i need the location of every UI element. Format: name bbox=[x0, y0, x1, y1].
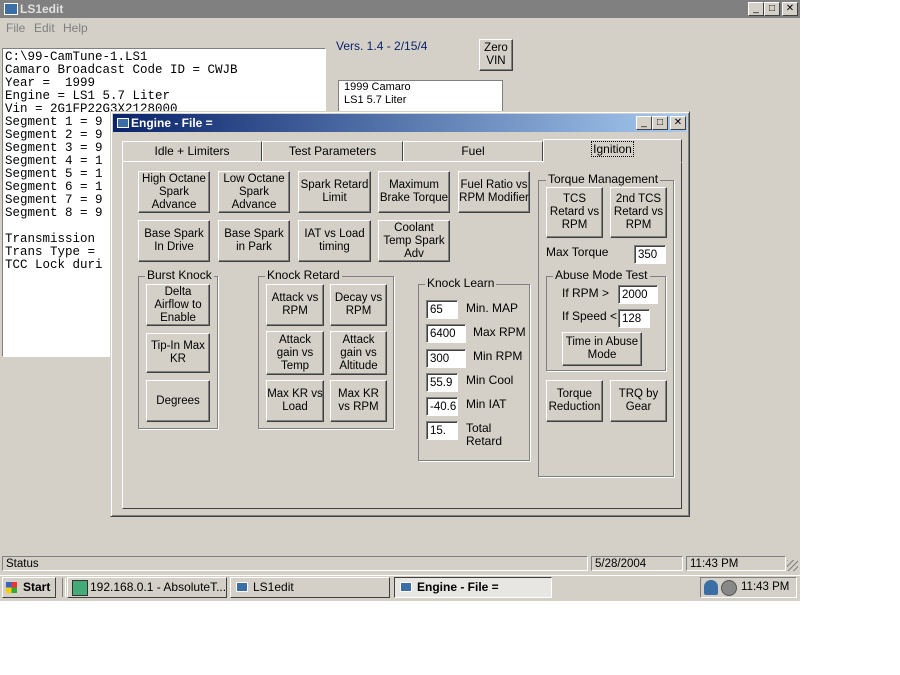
min-rpm-label: Min RPM bbox=[473, 349, 523, 363]
dialog-maximize-icon[interactable]: □ bbox=[652, 116, 668, 130]
terminal-icon bbox=[72, 580, 88, 596]
tcs-retard-rpm-button[interactable]: TCS Retard vs RPM bbox=[546, 187, 603, 238]
total-retard-label: Total Retard bbox=[466, 421, 503, 448]
degrees-button[interactable]: Degrees bbox=[146, 380, 210, 422]
maximize-icon[interactable]: □ bbox=[764, 2, 780, 16]
task-absolutetelnet[interactable]: 192.168.0.1 - AbsoluteT... bbox=[67, 577, 227, 598]
app-titlebar[interactable] bbox=[0, 0, 800, 18]
max-torque-input[interactable]: 350 bbox=[634, 245, 666, 264]
minimize-icon[interactable]: _ bbox=[748, 2, 764, 16]
knock-learn-label: Knock Learn bbox=[425, 276, 497, 290]
attack-gain-altitude-button[interactable]: Attack gain vs Altitude bbox=[330, 331, 387, 375]
min-iat-input[interactable]: -40.6 bbox=[426, 397, 458, 416]
delta-airflow-button[interactable]: Delta Airflow to Enable bbox=[146, 284, 210, 326]
speaker-icon[interactable] bbox=[721, 580, 737, 596]
vehicle-engine: LS1 5.7 Liter bbox=[344, 94, 407, 106]
max-kr-vs-load-button[interactable]: Max KR vs Load bbox=[266, 380, 324, 422]
taskbar-separator bbox=[62, 578, 66, 597]
max-rpm-label: Max RPM bbox=[473, 325, 526, 339]
window-icon bbox=[400, 582, 412, 592]
tipin-max-kr-button[interactable]: Tip-In Max KR bbox=[146, 333, 210, 373]
version-label: Vers. 1.4 - 2/15/4 bbox=[336, 39, 428, 53]
max-kr-vs-rpm-button[interactable]: Max KR vs RPM bbox=[330, 380, 387, 422]
menu-file[interactable]: File bbox=[6, 21, 25, 35]
fuel-ratio-rpm-button[interactable]: Fuel Ratio vs RPM Modifier bbox=[458, 171, 530, 213]
max-torque-label: Max Torque bbox=[546, 245, 609, 259]
min-map-label: Min. MAP bbox=[466, 301, 519, 315]
if-rpm-label: If RPM > bbox=[562, 286, 610, 300]
tab-label: Ignition bbox=[591, 141, 634, 157]
vehicle-summary-box: 1999 Camaro LS1 5.7 Liter bbox=[338, 80, 503, 112]
dialog-window-icon bbox=[117, 118, 129, 128]
base-spark-park-button[interactable]: Base Spark in Park bbox=[218, 220, 290, 262]
window-icon bbox=[236, 582, 248, 592]
task-ls1edit[interactable]: LS1edit bbox=[230, 577, 390, 598]
decay-vs-rpm-button[interactable]: Decay vs RPM bbox=[330, 284, 387, 326]
start-label: Start bbox=[23, 580, 51, 594]
if-rpm-input[interactable]: 2000 bbox=[618, 285, 658, 304]
if-speed-input[interactable]: 128 bbox=[618, 309, 650, 328]
dialog-close-icon[interactable]: ✕ bbox=[670, 116, 686, 130]
abuse-mode-label: Abuse Mode Test bbox=[553, 268, 650, 282]
tab-test-parameters[interactable]: Test Parameters bbox=[262, 141, 403, 162]
tab-fuel[interactable]: Fuel bbox=[403, 141, 543, 162]
windows-logo-icon bbox=[6, 582, 17, 593]
max-rpm-input[interactable]: 6400 bbox=[426, 324, 466, 343]
tray-clock: 11:43 PM bbox=[741, 581, 790, 593]
menu-help[interactable]: Help bbox=[63, 21, 88, 35]
tab-ignition[interactable]: Ignition bbox=[543, 139, 682, 163]
min-map-input[interactable]: 65 bbox=[426, 300, 458, 319]
zero-vin-button[interactable]: Zero VIN bbox=[479, 39, 513, 71]
total-retard-input[interactable]: 15. bbox=[426, 421, 458, 440]
app-window-icon bbox=[4, 3, 18, 15]
base-spark-drive-button[interactable]: Base Spark In Drive bbox=[138, 220, 210, 262]
tab-idle-limiters[interactable]: Idle + Limiters bbox=[122, 141, 262, 162]
app-title: LS1edit bbox=[20, 2, 64, 16]
dialog-minimize-icon[interactable]: _ bbox=[636, 116, 652, 130]
spark-retard-limit-button[interactable]: Spark Retard Limit bbox=[298, 171, 371, 213]
attack-vs-rpm-button[interactable]: Attack vs RPM bbox=[266, 284, 324, 326]
high-octane-spark-button[interactable]: High Octane Spark Advance bbox=[138, 171, 210, 213]
status-text: Status bbox=[2, 556, 588, 571]
status-date: 5/28/2004 bbox=[591, 556, 683, 571]
task-label: Engine - File = bbox=[417, 580, 499, 594]
min-iat-label: Min IAT bbox=[466, 397, 507, 411]
task-engine-file[interactable]: Engine - File = bbox=[394, 577, 552, 598]
if-speed-label: If Speed < bbox=[562, 309, 618, 323]
trq-by-gear-button[interactable]: TRQ by Gear bbox=[610, 380, 667, 422]
dialog-title: Engine - File = bbox=[131, 116, 213, 130]
torque-reduction-button[interactable]: Torque Reduction bbox=[546, 380, 603, 422]
coolant-temp-spark-button[interactable]: Coolant Temp Spark Adv bbox=[378, 220, 450, 262]
torque-management-label: Torque Management bbox=[546, 172, 661, 186]
second-tcs-retard-button[interactable]: 2nd TCS Retard vs RPM bbox=[610, 187, 667, 238]
close-icon[interactable]: ✕ bbox=[782, 2, 798, 16]
accessibility-icon[interactable] bbox=[704, 580, 718, 595]
low-octane-spark-button[interactable]: Low Octane Spark Advance bbox=[218, 171, 290, 213]
status-time: 11:43 PM bbox=[686, 556, 786, 571]
min-rpm-input[interactable]: 300 bbox=[426, 349, 466, 368]
knock-retard-label: Knock Retard bbox=[265, 268, 342, 282]
vehicle-model: 1999 Camaro bbox=[344, 81, 411, 93]
task-label: LS1edit bbox=[253, 580, 294, 594]
min-cool-input[interactable]: 55.9 bbox=[426, 373, 458, 392]
time-in-abuse-button[interactable]: Time in Abuse Mode bbox=[562, 332, 642, 366]
max-brake-torque-button[interactable]: Maximum Brake Torque bbox=[378, 171, 450, 213]
resize-grip-icon[interactable] bbox=[787, 560, 798, 571]
menu-edit[interactable]: Edit bbox=[34, 21, 55, 35]
burst-knock-label: Burst Knock bbox=[145, 268, 214, 282]
attack-gain-temp-button[interactable]: Attack gain vs Temp bbox=[266, 331, 324, 375]
task-label: 192.168.0.1 - AbsoluteT... bbox=[90, 580, 227, 594]
min-cool-label: Min Cool bbox=[466, 373, 514, 387]
iat-load-timing-button[interactable]: IAT vs Load timing bbox=[298, 220, 371, 262]
